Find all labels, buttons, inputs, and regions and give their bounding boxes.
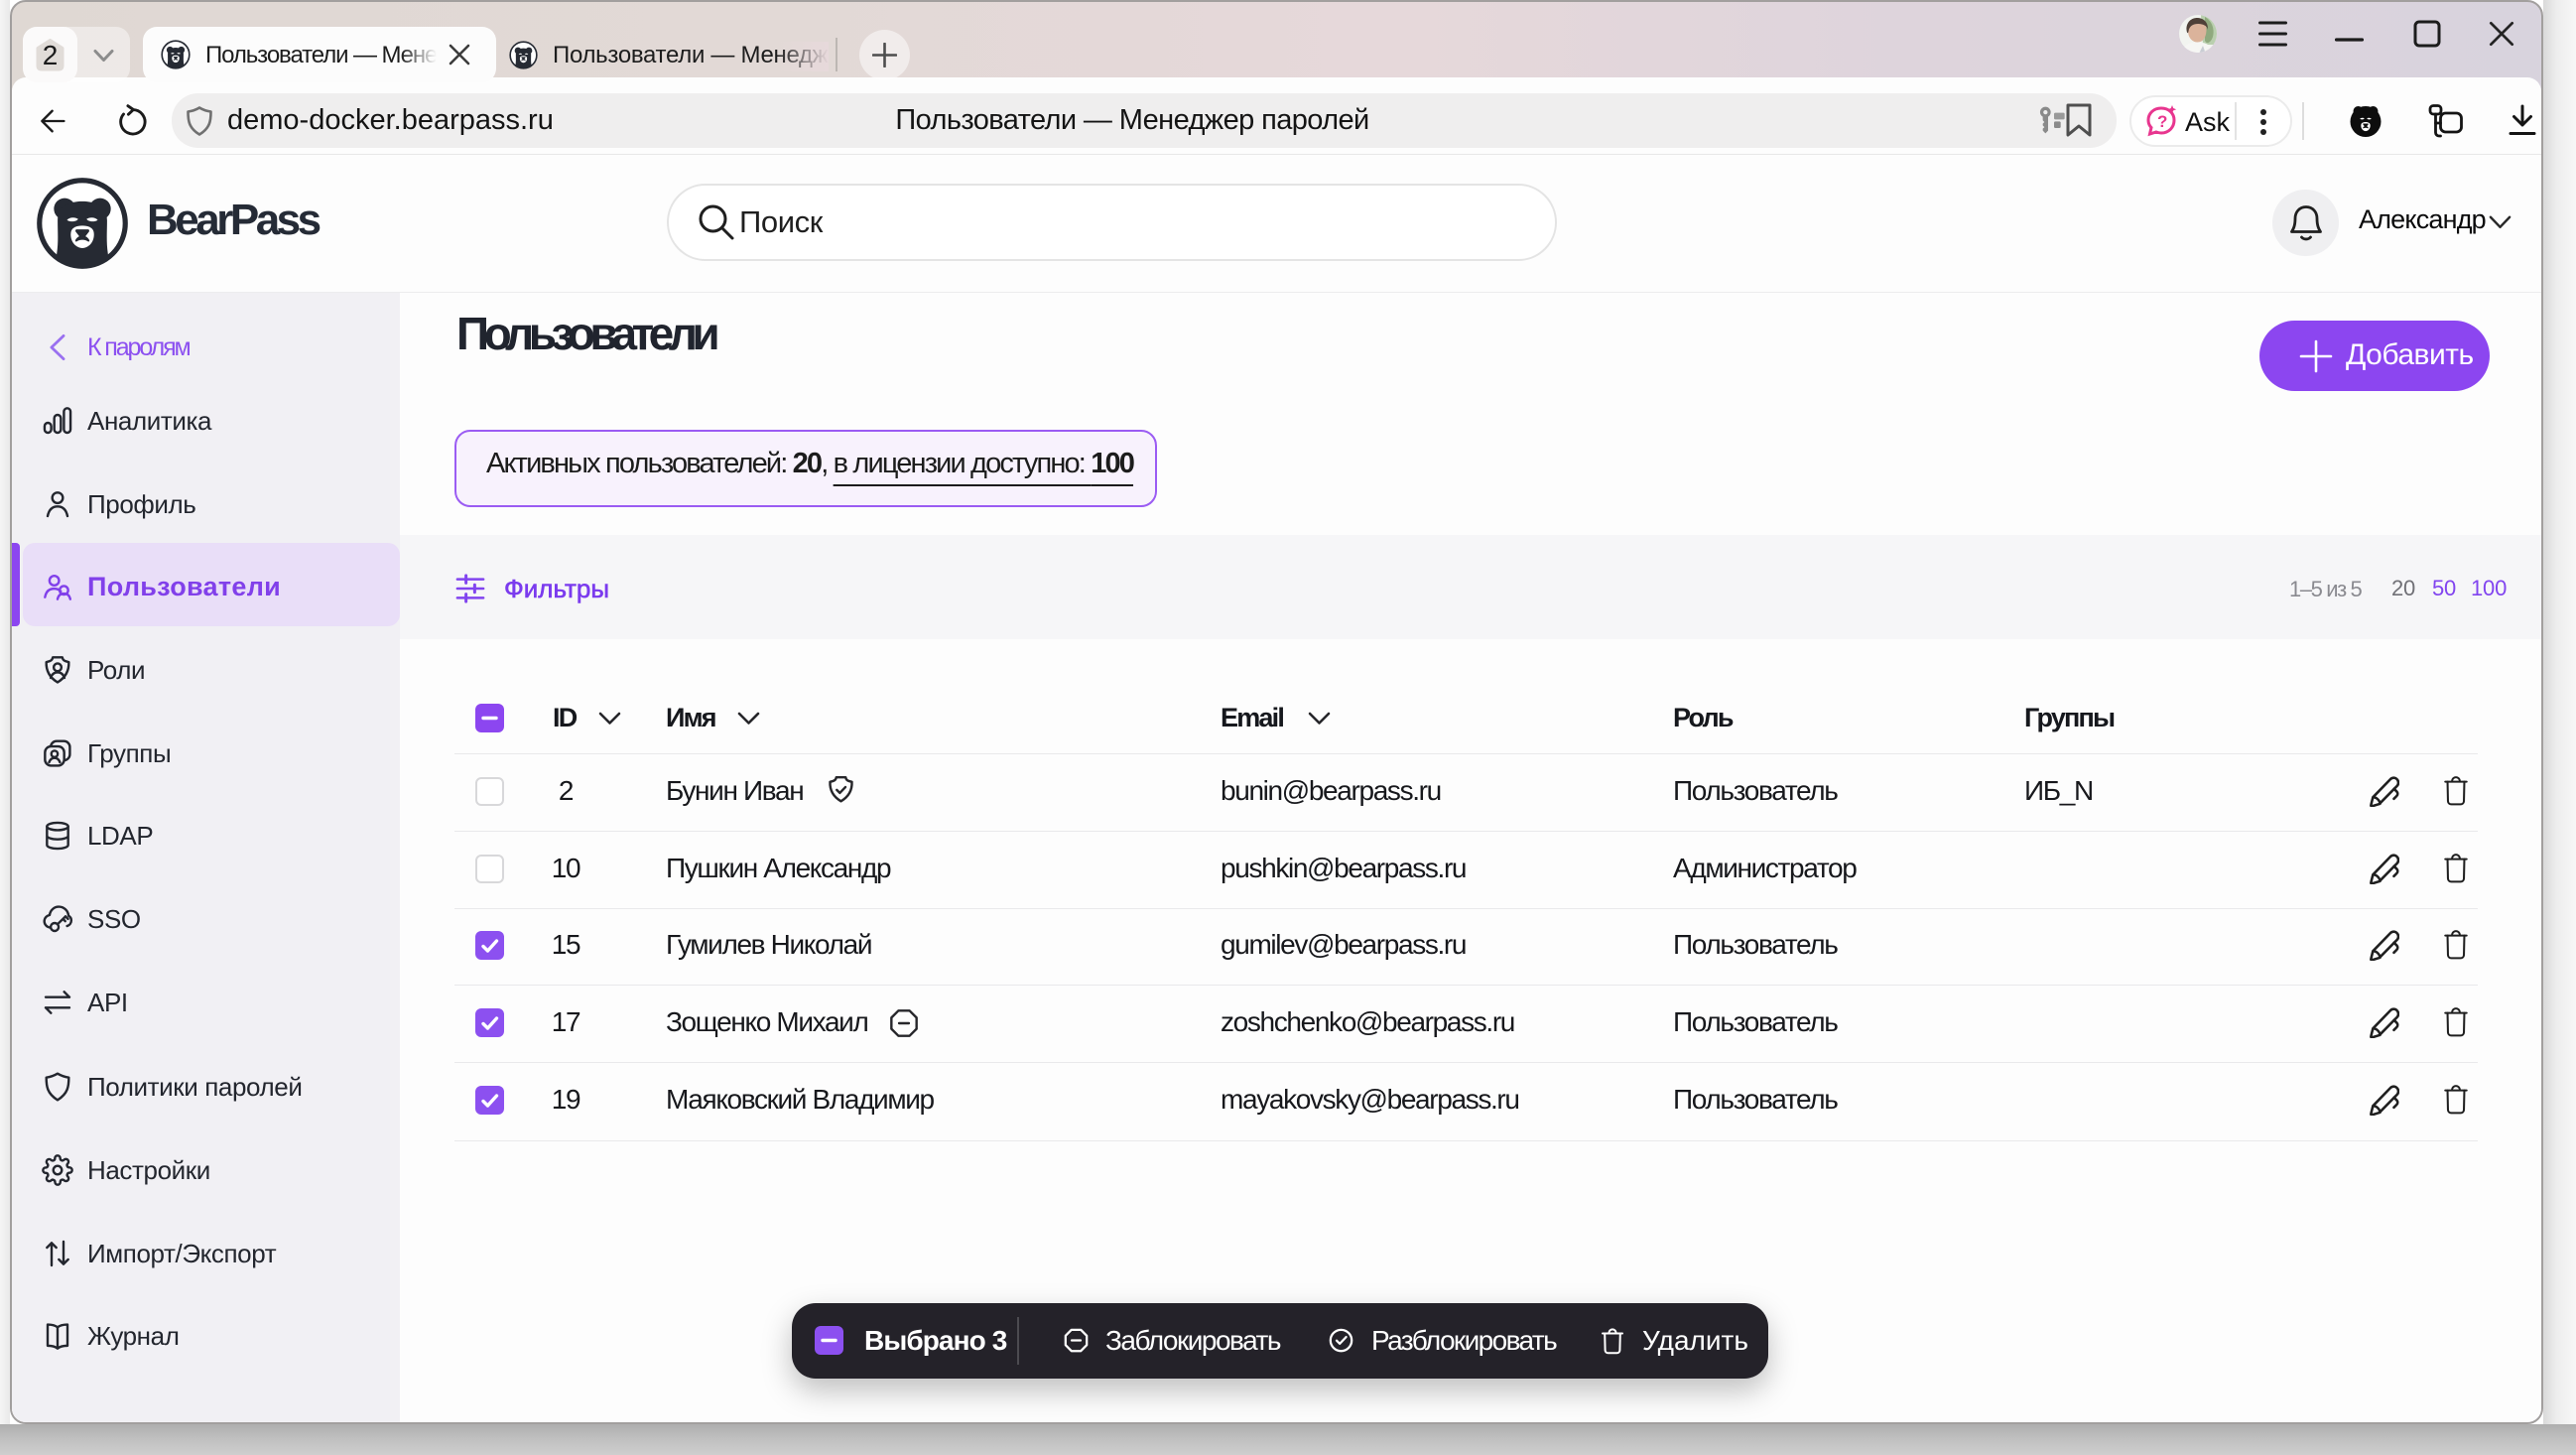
- svg-text:?: ?: [2157, 112, 2167, 131]
